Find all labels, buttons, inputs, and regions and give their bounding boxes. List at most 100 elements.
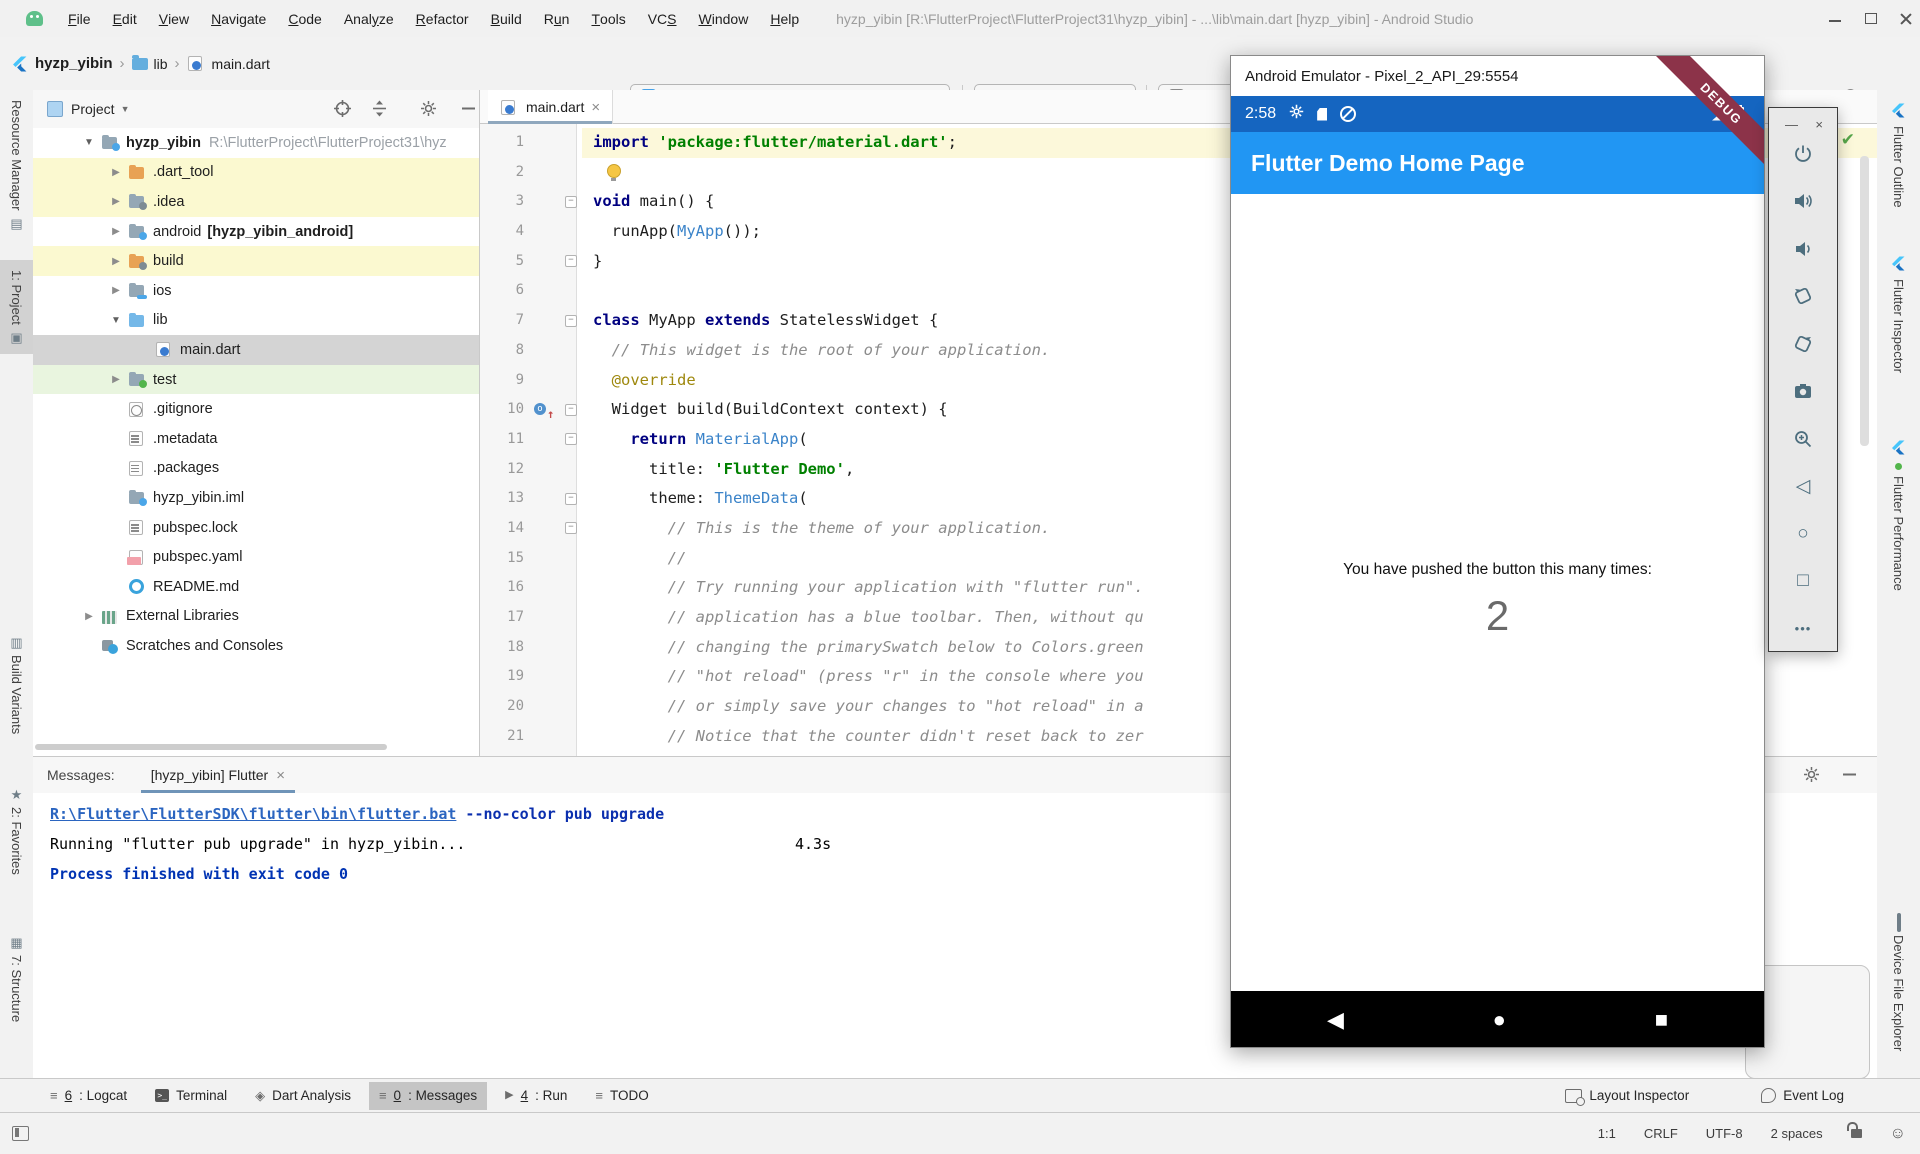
power-icon[interactable]: [1792, 142, 1815, 165]
messages-flutter-tab[interactable]: [hyzp_yibin] Flutter ×: [141, 757, 295, 793]
chevron-down-icon[interactable]: ▼: [77, 137, 101, 148]
menu-item-refactor[interactable]: Refactor: [405, 0, 480, 37]
chevron-right-icon[interactable]: ▶: [104, 196, 128, 207]
right-tab-device-file-explorer[interactable]: Device File Explorer: [1877, 916, 1920, 1051]
back-icon[interactable]: ◁: [1792, 475, 1815, 498]
overview-icon[interactable]: □: [1792, 570, 1815, 593]
tree-row-ios[interactable]: ▶ios: [33, 276, 479, 306]
sidebar-tab-resource-manager[interactable]: Resource Manager▤: [0, 100, 33, 230]
status-item-2-spaces[interactable]: 2 spaces: [1771, 1126, 1823, 1141]
menu-item-analyze[interactable]: Analyze: [333, 0, 405, 37]
hide-panel-icon[interactable]: [1840, 765, 1859, 784]
breadcrumb-file[interactable]: main.dart: [187, 56, 270, 72]
sidebar-tab-1-project[interactable]: 1: Project▣: [0, 260, 33, 354]
menu-item-build[interactable]: Build: [480, 0, 533, 37]
menu-item-edit[interactable]: Edit: [102, 0, 148, 37]
toolwindow-button-dart-analysis[interactable]: ◈Dart Analysis: [245, 1082, 361, 1110]
tree-row-hyzp-yibin-iml[interactable]: hyzp_yibin.iml: [33, 483, 479, 513]
chevron-right-icon[interactable]: ▶: [104, 285, 128, 296]
tree-row--idea[interactable]: ▶.idea: [33, 187, 479, 217]
fold-marker[interactable]: −: [560, 425, 582, 455]
tree-row-main-dart[interactable]: main.dart: [33, 335, 479, 365]
inspection-ok-icon[interactable]: ✔: [1841, 130, 1855, 150]
locate-file-icon[interactable]: [333, 99, 352, 118]
nav-recents-icon[interactable]: ■: [1655, 1007, 1668, 1033]
close-tab-icon[interactable]: ×: [591, 99, 600, 116]
right-tab-flutter-outline[interactable]: Flutter Outline: [1877, 103, 1920, 208]
collapse-all-icon[interactable]: [370, 99, 389, 118]
toolwindow-toggle-icon[interactable]: [12, 1126, 29, 1141]
toolwindow-button-event-log[interactable]: Event Log: [1751, 1082, 1854, 1110]
minimize-icon[interactable]: [1829, 12, 1842, 25]
fold-marker[interactable]: −: [560, 306, 582, 336]
right-tab-flutter-inspector[interactable]: Flutter Inspector: [1877, 256, 1920, 373]
console-command-link[interactable]: R:\Flutter\FlutterSDK\flutter\bin\flutte…: [50, 805, 456, 823]
tab-main-dart[interactable]: main.dart ×: [488, 90, 613, 124]
toolwindow-button-4-run[interactable]: ▶4: Run: [495, 1082, 577, 1110]
tree-row-test[interactable]: ▶test: [33, 365, 479, 395]
close-tab-icon[interactable]: ×: [276, 767, 285, 784]
fold-marker[interactable]: −: [560, 395, 582, 425]
chevron-right-icon[interactable]: ▶: [77, 611, 101, 622]
status-item-1-1[interactable]: 1:1: [1598, 1126, 1616, 1141]
more-icon[interactable]: •••: [1792, 617, 1815, 640]
menu-item-vcs[interactable]: VCS: [637, 0, 688, 37]
volume-down-icon[interactable]: [1792, 237, 1815, 260]
menu-item-view[interactable]: View: [148, 0, 200, 37]
fold-marker[interactable]: −: [560, 247, 582, 277]
home-icon[interactable]: ○: [1792, 522, 1815, 545]
tree-row-lib[interactable]: ▼lib: [33, 306, 479, 336]
toolwindow-button-0-messages[interactable]: ≡0: Messages: [369, 1082, 487, 1110]
tree-row-external-libraries[interactable]: ▶External Libraries: [33, 602, 479, 632]
nav-back-icon[interactable]: ◀: [1327, 1007, 1344, 1033]
menu-item-run[interactable]: Run: [533, 0, 581, 37]
horizontal-scrollbar[interactable]: [35, 744, 387, 750]
sidebar-tab-2-favorites[interactable]: ★2: Favorites: [0, 788, 33, 875]
chevron-right-icon[interactable]: ▶: [104, 226, 128, 237]
hide-panel-icon[interactable]: [459, 99, 478, 118]
fold-marker[interactable]: −: [560, 484, 582, 514]
project-panel-title[interactable]: Project: [71, 101, 115, 117]
tree-row-pubspec-yaml[interactable]: pubspec.yaml: [33, 542, 479, 572]
tree-row--metadata[interactable]: .metadata: [33, 424, 479, 454]
minimize-icon[interactable]: —: [1785, 117, 1798, 132]
status-item-crlf[interactable]: CRLF: [1644, 1126, 1678, 1141]
gear-icon[interactable]: [419, 99, 438, 118]
screenshot-icon[interactable]: [1792, 380, 1815, 403]
toolwindow-button-todo[interactable]: ≡TODO: [585, 1082, 658, 1110]
toolwindow-button-layout-inspector[interactable]: Layout Inspector: [1555, 1082, 1699, 1110]
rotate-left-icon[interactable]: [1792, 285, 1815, 308]
menu-item-code[interactable]: Code: [277, 0, 332, 37]
status-item-utf-8[interactable]: UTF-8: [1706, 1126, 1743, 1141]
editor-scrollbar[interactable]: [1860, 156, 1869, 446]
tree-row--dart-tool[interactable]: ▶.dart_tool: [33, 158, 479, 188]
chevron-right-icon[interactable]: ▶: [104, 167, 128, 178]
nav-home-icon[interactable]: ●: [1493, 1007, 1506, 1033]
toolwindow-button-6-logcat[interactable]: ≡6: Logcat: [40, 1082, 137, 1110]
override-marker-icon[interactable]: o↑: [530, 395, 560, 425]
fold-marker[interactable]: −: [560, 187, 582, 217]
user-status-icon[interactable]: ☺: [1890, 1125, 1906, 1143]
tree-row--gitignore[interactable]: .gitignore: [33, 394, 479, 424]
breadcrumb-folder[interactable]: lib: [132, 56, 168, 72]
chevron-right-icon[interactable]: ▶: [104, 256, 128, 267]
sidebar-tab-build-variants[interactable]: ▥Build Variants: [0, 636, 33, 734]
fold-marker[interactable]: −: [560, 514, 582, 544]
tree-row-pubspec-lock[interactable]: pubspec.lock: [33, 513, 479, 543]
unlock-icon[interactable]: [1851, 1129, 1862, 1138]
tree-row-android[interactable]: ▶android[hyzp_yibin_android]: [33, 217, 479, 247]
menu-item-help[interactable]: Help: [759, 0, 810, 37]
close-icon[interactable]: ×: [1815, 117, 1823, 132]
breadcrumb-project[interactable]: hyzp_yibin: [35, 55, 113, 72]
menu-item-navigate[interactable]: Navigate: [200, 0, 277, 37]
volume-up-icon[interactable]: [1792, 190, 1815, 213]
chevron-right-icon[interactable]: ▶: [104, 374, 128, 385]
rotate-right-icon[interactable]: [1792, 332, 1815, 355]
maximize-icon[interactable]: [1864, 12, 1877, 25]
tree-row-build[interactable]: ▶build: [33, 246, 479, 276]
menu-item-tools[interactable]: Tools: [580, 0, 636, 37]
gear-icon[interactable]: [1802, 765, 1821, 784]
tree-row-scratches-and-consoles[interactable]: Scratches and Consoles: [33, 631, 479, 661]
tree-row-readme-md[interactable]: README.md: [33, 572, 479, 602]
toolwindow-button-terminal[interactable]: >_Terminal: [145, 1082, 237, 1110]
